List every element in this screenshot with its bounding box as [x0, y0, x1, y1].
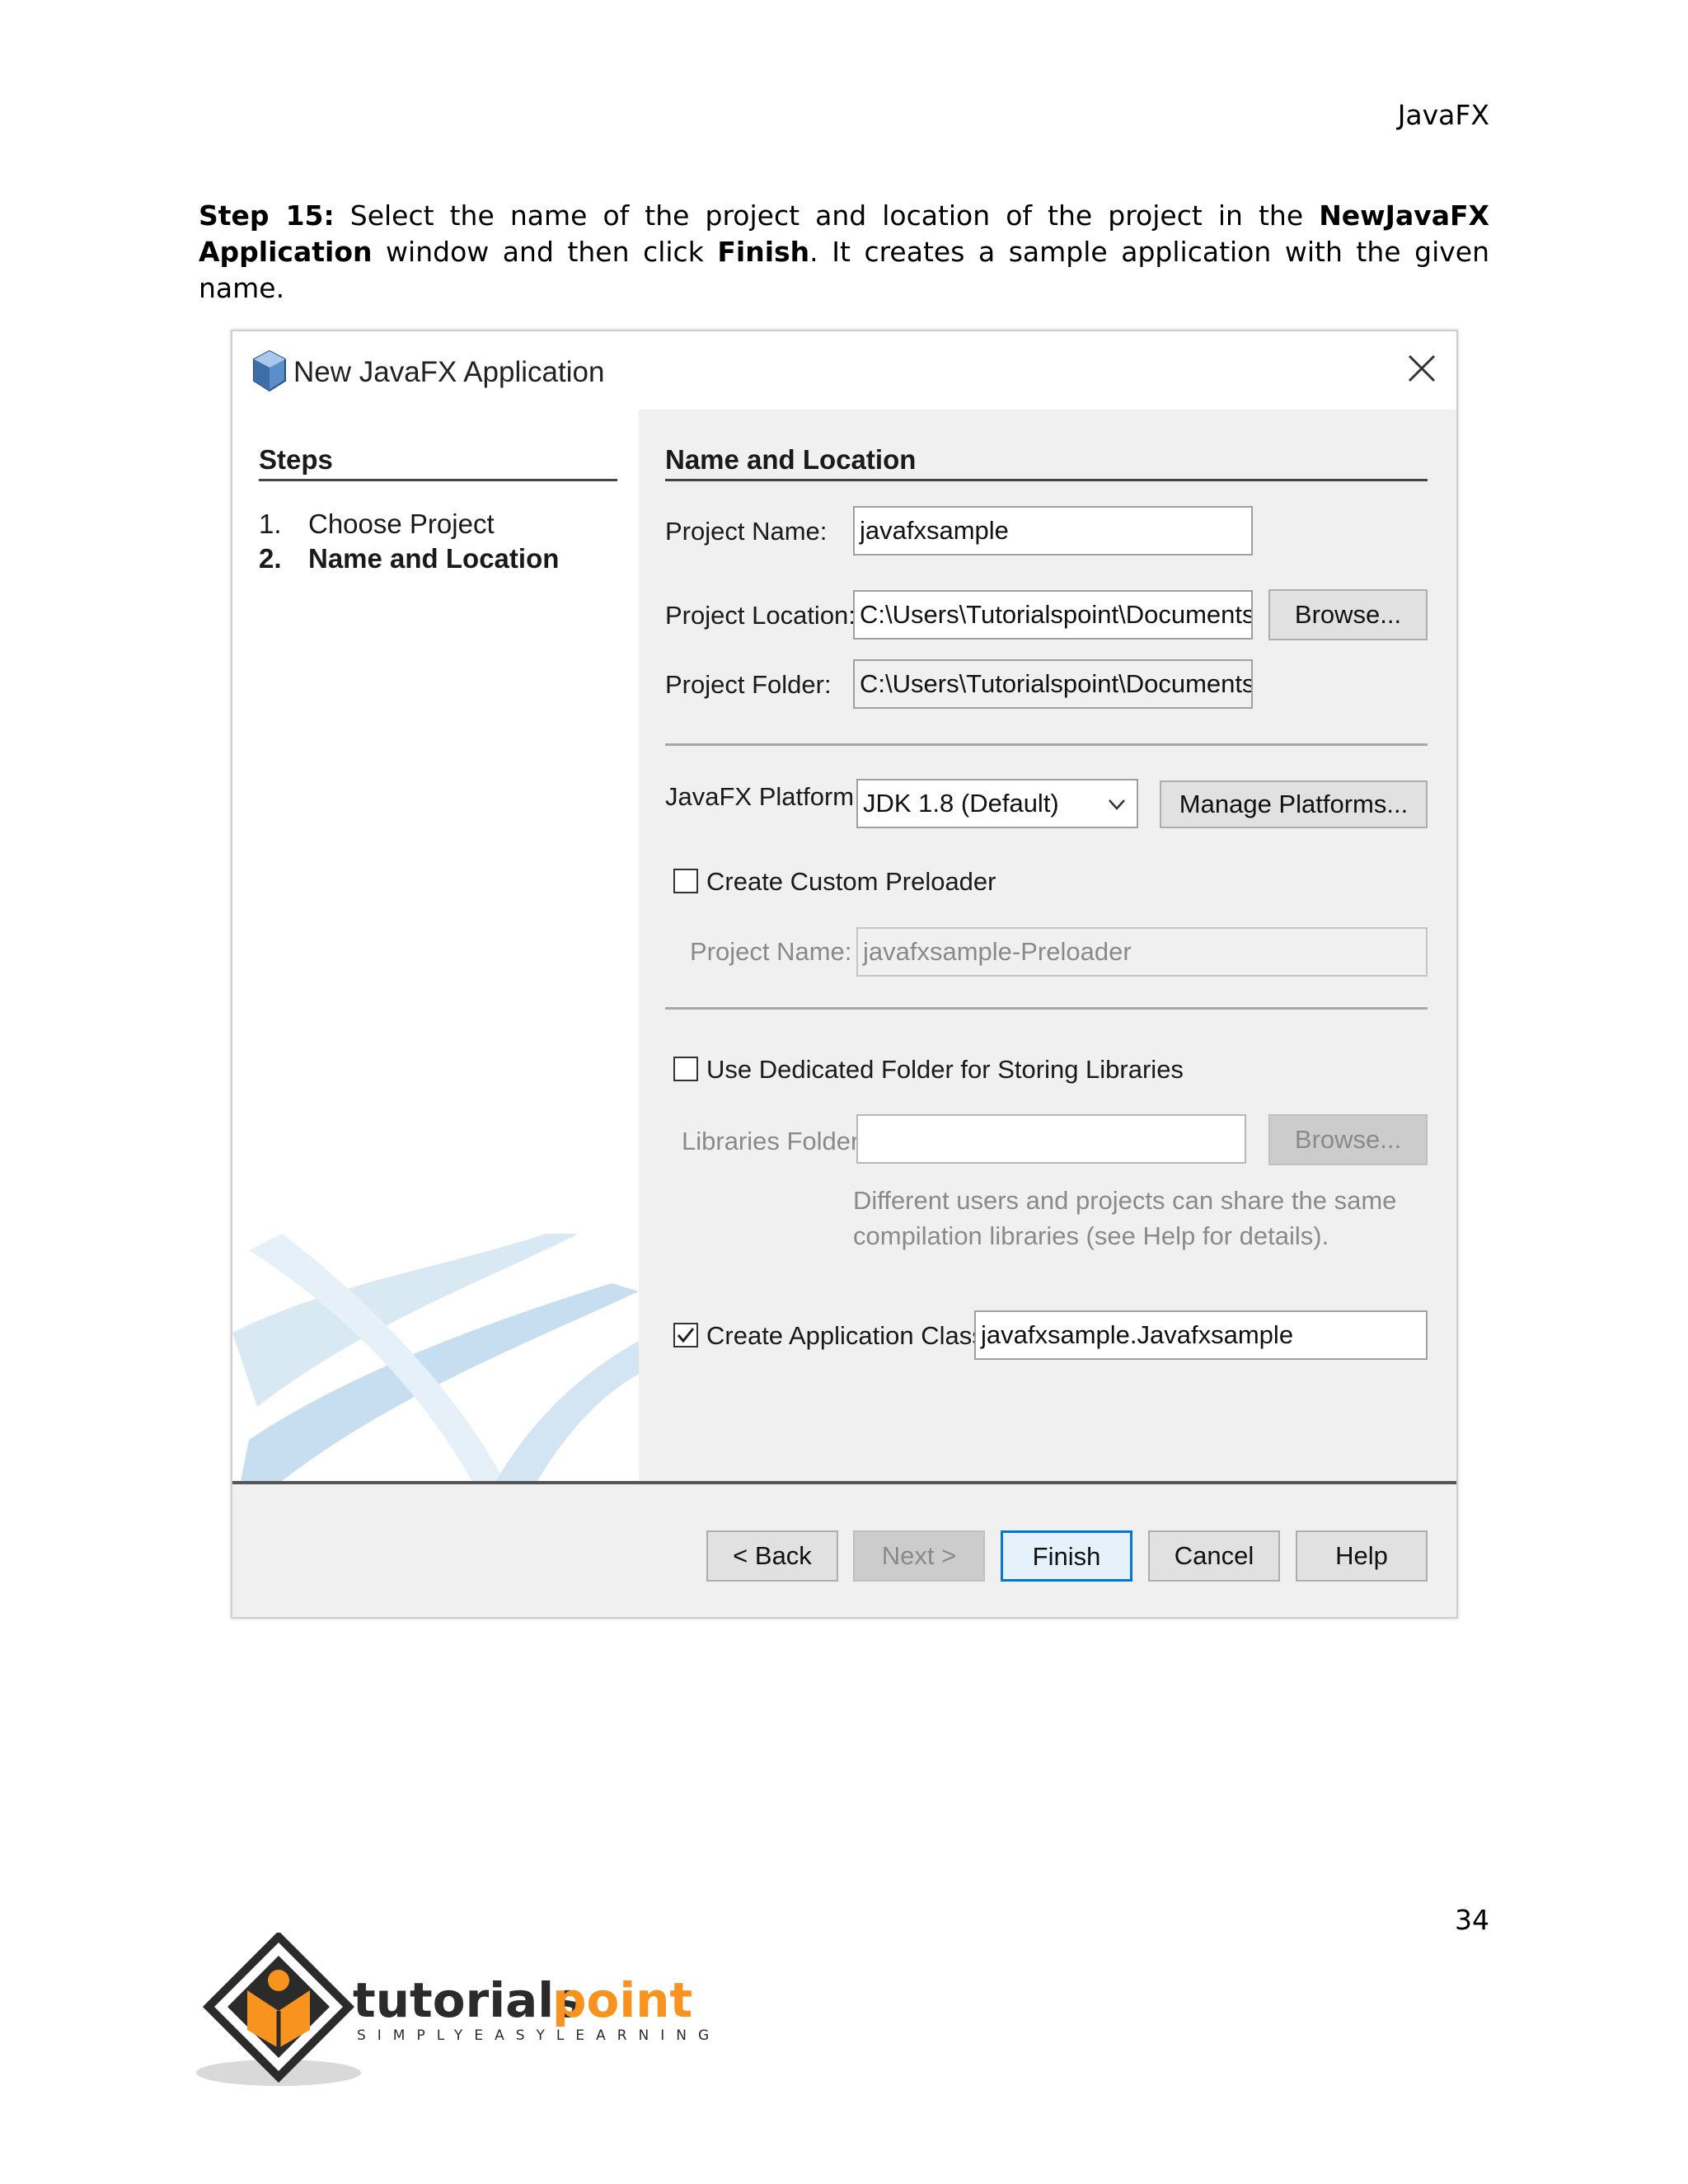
close-icon[interactable] — [1403, 349, 1441, 387]
new-javafx-application-dialog: New JavaFX Application Steps 1. Choose Pr… — [231, 330, 1458, 1619]
project-folder-field: C:\Users\Tutorialspoint\Documents\Net — [853, 659, 1253, 709]
use-dedicated-folder-label: Use Dedicated Folder for Storing Librari… — [706, 1055, 1184, 1084]
step-label: Step 15: — [199, 199, 335, 232]
use-dedicated-folder-checkbox[interactable] — [673, 1057, 698, 1081]
step-label: Choose Project — [308, 509, 495, 539]
javafx-platform-select[interactable]: JDK 1.8 (Default) — [856, 779, 1138, 828]
steps-heading: Steps — [259, 444, 333, 475]
tutorialspoint-logo: tutorials point SIMPLYEASYLEARNING — [196, 1930, 724, 2089]
step-item-choose-project: 1. Choose Project — [259, 509, 495, 540]
separator — [665, 1007, 1428, 1010]
create-custom-preloader-checkbox[interactable] — [673, 869, 698, 893]
create-application-class-checkbox[interactable] — [673, 1323, 698, 1347]
button-bar-divider — [232, 1481, 1456, 1484]
libraries-hint-line-2: compilation libraries (see Help for deta… — [853, 1221, 1329, 1250]
platform-selected-value: JDK 1.8 (Default) — [863, 789, 1059, 818]
create-application-class-label: Create Application Class — [706, 1321, 985, 1350]
project-location-input[interactable]: C:\Users\Tutorialspoint\Documents\Net — [853, 590, 1253, 640]
finish-button[interactable]: Finish — [1001, 1530, 1132, 1582]
cancel-button[interactable]: Cancel — [1148, 1530, 1280, 1582]
separator — [665, 743, 1428, 746]
logo-name-part1: tutorials — [353, 1972, 583, 2028]
netbeans-watermark-graphic — [232, 1234, 639, 1481]
dialog-title: New JavaFX Application — [293, 356, 605, 388]
javafx-platform-label: JavaFX Platform: — [665, 782, 861, 811]
intro-text-1: Select the name of the project and locat… — [334, 199, 1320, 232]
manage-platforms-button[interactable]: Manage Platforms... — [1160, 780, 1428, 828]
application-class-input[interactable]: javafxsample.Javafxsample — [974, 1310, 1428, 1360]
project-folder-label: Project Folder: — [665, 670, 832, 699]
help-button[interactable]: Help — [1296, 1530, 1428, 1582]
step-item-name-and-location: 2. Name and Location — [259, 543, 559, 574]
next-button: Next > — [853, 1530, 985, 1582]
instruction-paragraph: Step 15: Select the name of the project … — [199, 198, 1489, 307]
page-number: 34 — [1455, 1904, 1489, 1936]
tutorialspoint-logo-graphic: tutorials point SIMPLYEASYLEARNING — [196, 1930, 720, 2086]
back-button[interactable]: < Back — [706, 1530, 838, 1582]
libraries-browse-button: Browse... — [1268, 1114, 1428, 1165]
netbeans-cube-icon — [253, 349, 286, 392]
name-and-location-panel: Name and Location Project Name: javafxsa… — [640, 410, 1456, 1481]
project-name-label: Project Name: — [665, 517, 828, 546]
step-number: 2. — [259, 543, 282, 574]
step-number: 1. — [259, 509, 282, 539]
project-name-input[interactable]: javafxsample — [853, 506, 1253, 555]
logo-name-part2: point — [552, 1972, 692, 2028]
section-divider — [665, 479, 1428, 481]
browse-location-button[interactable]: Browse... — [1268, 589, 1428, 640]
preloader-project-name-input: javafxsample-Preloader — [856, 927, 1428, 977]
section-title: Name and Location — [665, 444, 917, 475]
preloader-project-name-label: Project Name: — [690, 937, 852, 966]
libraries-folder-label: Libraries Folder: — [682, 1127, 866, 1155]
running-header: JavaFX — [1397, 99, 1489, 131]
chevron-down-icon — [1109, 799, 1125, 810]
create-custom-preloader-label: Create Custom Preloader — [706, 867, 996, 896]
steps-divider — [259, 479, 617, 481]
libraries-hint-line-1: Different users and projects can share t… — [853, 1186, 1397, 1215]
dialog-titlebar: New JavaFX Application — [232, 331, 1456, 410]
step-label: Name and Location — [308, 543, 560, 574]
intro-bold-2: Finish — [717, 236, 810, 268]
checkmark-icon — [677, 1328, 695, 1343]
libraries-folder-input — [856, 1114, 1246, 1164]
steps-pane: Steps 1. Choose Project 2. Name and Locati… — [232, 410, 639, 1481]
logo-tagline: SIMPLYEASYLEARNING — [357, 2027, 720, 2044]
project-location-label: Project Location: — [665, 601, 856, 630]
intro-text-2: window and then click — [372, 236, 718, 268]
